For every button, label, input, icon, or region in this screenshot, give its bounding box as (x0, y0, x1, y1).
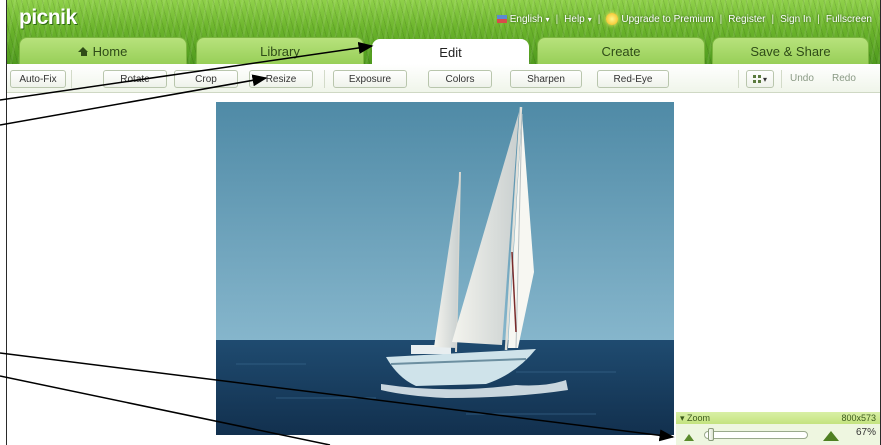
zoom-title-group: ▾ Zoom (680, 413, 710, 424)
sign-in-link[interactable]: Sign In (780, 14, 811, 25)
grid-icon (752, 75, 761, 83)
exposure-button[interactable]: Exposure (333, 70, 407, 88)
rotate-button[interactable]: Rotate (103, 70, 167, 88)
tab-edit[interactable]: Edit (372, 39, 529, 64)
resize-button[interactable]: Resize (249, 70, 313, 88)
tab-label: Edit (439, 44, 462, 60)
tab-save-share[interactable]: Save & Share (712, 37, 869, 64)
language-label: English (509, 13, 543, 25)
chevron-down-icon: ▾ (545, 14, 550, 24)
home-icon (78, 46, 89, 56)
grass-header: picnik English ▾ | Help ▾ | Upgrade to P… (7, 0, 880, 64)
zoom-percent: 67% (855, 427, 876, 438)
main-tabs: Home Library Edit Create Save & Share (19, 37, 869, 64)
picnik-window: picnik English ▾ | Help ▾ | Upgrade to P… (6, 0, 881, 445)
zoom-header[interactable]: ▾ Zoom 800x573 (676, 412, 880, 424)
redo-button[interactable]: Redo (832, 70, 856, 88)
sun-icon (606, 13, 619, 25)
nav-separator: | (817, 13, 820, 25)
chevron-down-icon: ▾ (762, 74, 767, 84)
picnik-logo[interactable]: picnik (19, 6, 77, 30)
tab-create[interactable]: Create (537, 37, 705, 64)
zoom-out-mountain-icon[interactable] (684, 434, 694, 441)
upgrade-link[interactable]: Upgrade to Premium (606, 13, 714, 25)
zoom-panel: ▾ Zoom 800x573 67% (676, 412, 880, 445)
tab-label: Save & Share (750, 43, 831, 59)
photo-image (216, 102, 674, 435)
toolbar-divider (324, 70, 325, 88)
edit-toolbar: Auto-Fix Rotate Crop Resize Exposure Col… (7, 64, 880, 93)
tab-library[interactable]: Library (196, 37, 364, 64)
upgrade-label: Upgrade to Premium (621, 13, 714, 25)
colors-button[interactable]: Colors (428, 70, 492, 88)
zoom-slider-track[interactable] (704, 428, 808, 441)
language-menu[interactable]: English ▾ (496, 13, 550, 25)
zoom-controls: 67% (676, 424, 880, 445)
zoom-in-mountain-icon[interactable] (823, 431, 839, 441)
help-label: Help (564, 13, 585, 25)
crop-button[interactable]: Crop (174, 70, 238, 88)
collapse-triangle-icon: ▾ (680, 412, 685, 423)
undo-button[interactable]: Undo (790, 70, 814, 88)
toolbar-divider (71, 70, 72, 88)
editing-canvas: ▾ Zoom 800x573 67% (7, 93, 880, 445)
nav-separator: | (771, 13, 775, 25)
fullscreen-link[interactable]: Fullscreen (826, 14, 872, 25)
image-dimensions: 800x573 (841, 413, 876, 423)
sharpen-button[interactable]: Sharpen (510, 70, 582, 88)
flag-icon (496, 15, 507, 23)
red-eye-button[interactable]: Red-Eye (597, 70, 669, 88)
tab-label: Home (92, 43, 128, 59)
nav-separator: | (555, 13, 559, 25)
more-effects-button[interactable]: ▾ (746, 70, 774, 88)
sailboat-photo[interactable] (216, 102, 674, 435)
nav-separator: | (719, 13, 723, 25)
tab-label: Library (260, 43, 300, 59)
nav-separator: | (597, 13, 601, 25)
help-menu[interactable]: Help ▾ (564, 14, 592, 25)
zoom-title: Zoom (687, 412, 711, 423)
top-nav: English ▾ | Help ▾ | Upgrade to Premium … (496, 10, 872, 28)
zoom-slider-thumb[interactable] (708, 428, 714, 441)
toolbar-divider (781, 70, 782, 88)
tab-home[interactable]: Home (19, 37, 187, 64)
auto-fix-button[interactable]: Auto-Fix (10, 70, 66, 88)
register-link[interactable]: Register (728, 14, 765, 25)
tab-label: Create (601, 43, 641, 59)
toolbar-divider (738, 70, 739, 88)
chevron-down-icon: ▾ (587, 14, 592, 24)
